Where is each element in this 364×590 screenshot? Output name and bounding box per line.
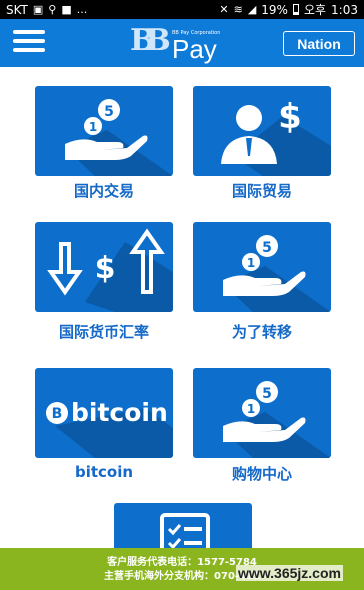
wifi-icon: ≋ [233, 3, 243, 16]
logo-pay-text: Pay [172, 34, 217, 64]
svg-text:5: 5 [262, 386, 272, 402]
tile-international-trade[interactable]: $ [193, 86, 331, 176]
status-bar: SKT ▣ ⚲ ■ ... ✕ ≋ ◢ 19% 오후 1:03 [0, 0, 364, 19]
nation-button[interactable]: Nation [283, 31, 355, 56]
tile-label-international-trade[interactable]: 国际贸易 [182, 180, 342, 201]
businessman-dollar-icon: $ [221, 97, 331, 176]
tile-shopping-mall[interactable]: 1 5 [193, 368, 331, 458]
carrier-label: SKT [6, 2, 28, 17]
hand-coins-icon: 1 5 [223, 381, 331, 458]
menu-bar-line [13, 39, 45, 43]
tile-transfer[interactable]: 1 5 [193, 222, 331, 312]
svg-text:1: 1 [89, 120, 97, 134]
tile-bitcoin[interactable]: B bitcoin [35, 368, 173, 458]
hand-coins-icon: 1 5 [223, 235, 331, 312]
tile-label-domestic-trade[interactable]: 国内交易 [24, 180, 184, 201]
watermark-text: www.365jz.com [236, 565, 343, 581]
bitcoin-logo-text: bitcoin [71, 398, 168, 427]
menu-bar-line [13, 48, 45, 52]
status-left: SKT ▣ ⚲ ■ ... [6, 3, 87, 17]
hand-coins-icon: 1 5 [65, 99, 173, 176]
signal-icon: ◢ [247, 3, 257, 16]
svg-text:1: 1 [247, 256, 255, 270]
svg-text:$: $ [95, 251, 116, 286]
tile-label-exchange-rate[interactable]: 国际货币汇率 [24, 321, 184, 342]
menu-bar-line [13, 30, 45, 34]
clock-time: 1:03 [331, 2, 358, 17]
app-notification-icon: ■ [61, 3, 72, 16]
tile-label-bitcoin[interactable]: bitcoin [24, 463, 184, 481]
svg-text:1: 1 [247, 402, 255, 416]
status-right: ✕ ≋ ◢ 19% 오후 1:03 [219, 1, 358, 18]
bitcoin-logo-icon: B bitcoin [46, 398, 173, 458]
app-screen: SKT ▣ ⚲ ■ ... ✕ ≋ ◢ 19% 오후 1:03 BB BB Pa… [0, 0, 364, 590]
more-notifications-icon: ... [76, 3, 88, 16]
hamburger-menu-icon[interactable] [13, 30, 45, 56]
svg-text:B: B [52, 406, 63, 422]
image-notification-icon: ▣ [32, 3, 44, 16]
svg-text:5: 5 [104, 104, 114, 120]
svg-text:$: $ [278, 97, 302, 137]
tile-domestic-trade[interactable]: 1 5 [35, 86, 173, 176]
app-header: BB BB Pay Corporation Pay Nation [0, 19, 364, 67]
battery-icon [292, 4, 299, 15]
tile-exchange-rate[interactable]: $ [35, 222, 173, 312]
mute-icon: ✕ [219, 3, 229, 16]
battery-percent: 19% [261, 2, 288, 17]
bb-pay-logo: BB BB Pay Corporation Pay [130, 24, 240, 64]
logo-bb-mark: BB [130, 23, 171, 58]
usb-icon: ⚲ [48, 3, 57, 16]
time-period: 오후 [303, 3, 327, 17]
svg-text:5: 5 [262, 240, 272, 256]
exchange-arrows-icon: $ [47, 228, 173, 312]
tile-label-shopping-mall[interactable]: 购物中心 [182, 463, 342, 484]
tile-label-transfer[interactable]: 为了转移 [182, 321, 342, 342]
